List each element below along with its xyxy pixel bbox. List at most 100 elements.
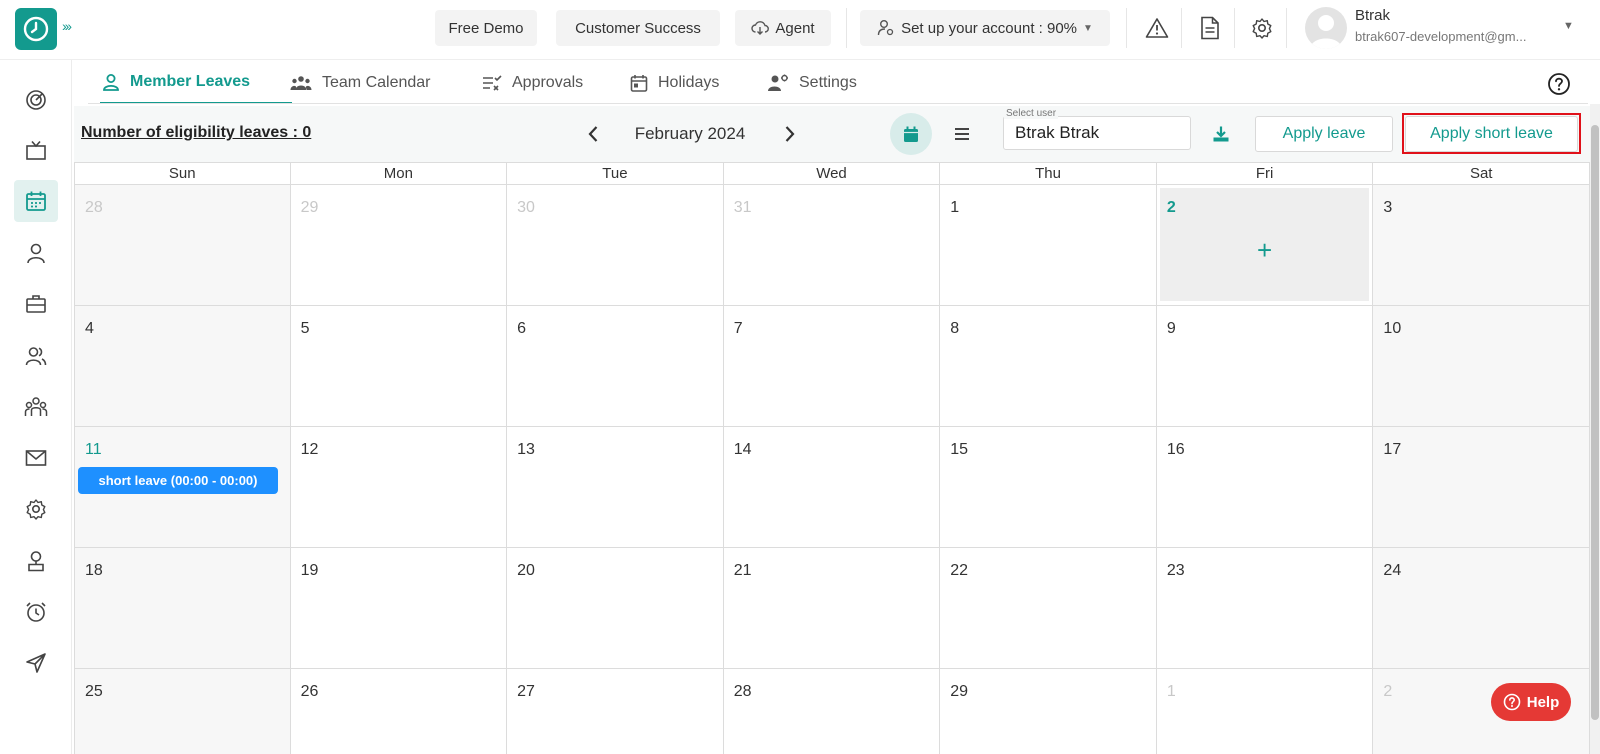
- day-cell[interactable]: 10: [1373, 306, 1590, 427]
- day-cell[interactable]: 12: [290, 427, 508, 548]
- gear-icon[interactable]: [1249, 15, 1275, 41]
- day-cell[interactable]: 6: [507, 306, 724, 427]
- calendar-view-toggle[interactable]: [890, 113, 932, 155]
- day-number: 7: [733, 320, 743, 337]
- customer-success-label: Customer Success: [575, 19, 701, 37]
- day-cell[interactable]: 22: [940, 548, 1157, 669]
- day-cell[interactable]: 25: [74, 669, 291, 754]
- sidebar-item-leaves[interactable]: [14, 180, 58, 222]
- help-button[interactable]: Help: [1491, 683, 1571, 721]
- sidebar-item-profile[interactable]: [14, 232, 58, 274]
- sidebar-item-employees[interactable]: [14, 335, 58, 377]
- day-cell[interactable]: 24: [1373, 548, 1590, 669]
- day-cell[interactable]: 9: [1156, 306, 1374, 427]
- tab-approvals[interactable]: Approvals: [482, 62, 583, 104]
- weekday-wed: Wed: [724, 163, 941, 185]
- tab-member-leaves[interactable]: Member Leaves: [100, 62, 292, 104]
- day-cell[interactable]: 7: [723, 306, 941, 427]
- sidebar-item-dashboard[interactable]: [14, 79, 58, 121]
- day-cell[interactable]: 28: [723, 669, 941, 754]
- question-circle-icon: [1503, 693, 1521, 711]
- user-menu-caret-icon[interactable]: ▼: [1563, 20, 1574, 32]
- day-cell[interactable]: 11 short leave (00:00 - 00:00): [74, 427, 291, 548]
- calendar-grid: 28 29 30 31 1 2 + 3 4 5 6 7 8 9 10 11 sh…: [74, 185, 1590, 754]
- avatar[interactable]: [1305, 7, 1347, 49]
- tab-team-calendar[interactable]: Team Calendar: [290, 62, 431, 104]
- day-cell[interactable]: 14: [723, 427, 941, 548]
- apply-leave-button[interactable]: Apply leave: [1255, 116, 1393, 152]
- day-cell[interactable]: 3: [1373, 185, 1590, 306]
- day-cell[interactable]: 8: [940, 306, 1157, 427]
- day-cell[interactable]: 16: [1156, 427, 1374, 548]
- current-month: February 2024: [634, 124, 746, 143]
- apply-short-leave-button[interactable]: Apply short leave: [1405, 116, 1578, 152]
- short-leave-event[interactable]: short leave (00:00 - 00:00): [78, 467, 278, 494]
- sidebar-item-assets[interactable]: [14, 283, 58, 325]
- sidebar-item-team[interactable]: [14, 386, 58, 428]
- tab-settings[interactable]: Settings: [767, 62, 857, 104]
- document-icon[interactable]: [1197, 15, 1223, 41]
- add-leave-plus-icon[interactable]: +: [1257, 237, 1272, 263]
- sidebar-item-settings[interactable]: [14, 488, 58, 530]
- day-cell[interactable]: 1: [1156, 669, 1374, 754]
- select-user-input[interactable]: Btrak Btrak: [1003, 116, 1191, 150]
- caret-down-icon: ▼: [1083, 22, 1093, 34]
- sidebar-item-recruitment[interactable]: [14, 540, 58, 582]
- warning-icon[interactable]: [1144, 15, 1170, 41]
- day-cell[interactable]: 17: [1373, 427, 1590, 548]
- agent-button[interactable]: Agent: [735, 10, 831, 46]
- day-number: 2: [1383, 683, 1393, 700]
- weekday-mon: Mon: [291, 163, 508, 185]
- clock-logo-icon: [23, 16, 49, 42]
- app-window: ››› Free Demo Customer Success Agent Set…: [0, 0, 1600, 754]
- sidebar-item-tv[interactable]: [14, 130, 58, 172]
- tab-holidays[interactable]: Holidays: [630, 62, 719, 104]
- day-cell[interactable]: 5: [290, 306, 508, 427]
- day-number: 25: [85, 683, 103, 700]
- day-cell[interactable]: 30: [507, 185, 724, 306]
- free-demo-button[interactable]: Free Demo: [435, 10, 537, 46]
- gear-icon: [26, 499, 46, 520]
- day-number: 8: [950, 320, 960, 337]
- day-cell[interactable]: 1: [940, 185, 1157, 306]
- sidebar-item-mail[interactable]: [14, 437, 58, 479]
- day-cell[interactable]: 20: [507, 548, 724, 669]
- day-cell[interactable]: 31: [723, 185, 941, 306]
- sidebar-item-send[interactable]: [14, 642, 58, 684]
- user-name: Btrak: [1355, 7, 1391, 24]
- list-view-toggle[interactable]: [950, 122, 974, 146]
- previous-month-button[interactable]: [582, 122, 604, 146]
- setup-account-dropdown[interactable]: Set up your account : 90% ▼: [860, 10, 1110, 46]
- app-logo[interactable]: [15, 8, 57, 50]
- users-icon: [25, 347, 47, 366]
- day-cell[interactable]: 27: [507, 669, 724, 754]
- download-button[interactable]: [1210, 123, 1232, 145]
- day-cell[interactable]: 13: [507, 427, 724, 548]
- select-user-label: Select user: [1004, 108, 1059, 119]
- day-number: 14: [733, 441, 752, 458]
- day-cell[interactable]: 4: [74, 306, 291, 427]
- expand-sidebar-icon[interactable]: ›››: [62, 18, 72, 34]
- day-number: 30: [517, 199, 535, 216]
- day-cell[interactable]: 26: [290, 669, 508, 754]
- weekday-fri: Fri: [1157, 163, 1374, 185]
- next-month-button[interactable]: [779, 122, 801, 146]
- day-cell[interactable]: 19: [290, 548, 508, 669]
- day-cell[interactable]: 18: [74, 548, 291, 669]
- day-number: 4: [85, 320, 94, 337]
- day-cell-today[interactable]: 2 +: [1156, 185, 1374, 306]
- day-cell[interactable]: 23: [1156, 548, 1374, 669]
- day-cell[interactable]: 15: [940, 427, 1157, 548]
- customer-success-button[interactable]: Customer Success: [556, 10, 720, 46]
- day-cell[interactable]: 21: [723, 548, 941, 669]
- day-cell[interactable]: 29: [940, 669, 1157, 754]
- menu-icon: [955, 128, 969, 140]
- day-number: 19: [300, 562, 319, 579]
- weekday-sat: Sat: [1373, 163, 1590, 185]
- eligibility-leaves-link[interactable]: Number of eligibility leaves : 0: [81, 124, 311, 142]
- help-question-icon[interactable]: [1547, 72, 1571, 96]
- scrollbar-thumb[interactable]: [1591, 125, 1599, 720]
- day-cell[interactable]: 28: [74, 185, 291, 306]
- sidebar-item-timesheet[interactable]: [14, 591, 58, 633]
- day-cell[interactable]: 29: [290, 185, 508, 306]
